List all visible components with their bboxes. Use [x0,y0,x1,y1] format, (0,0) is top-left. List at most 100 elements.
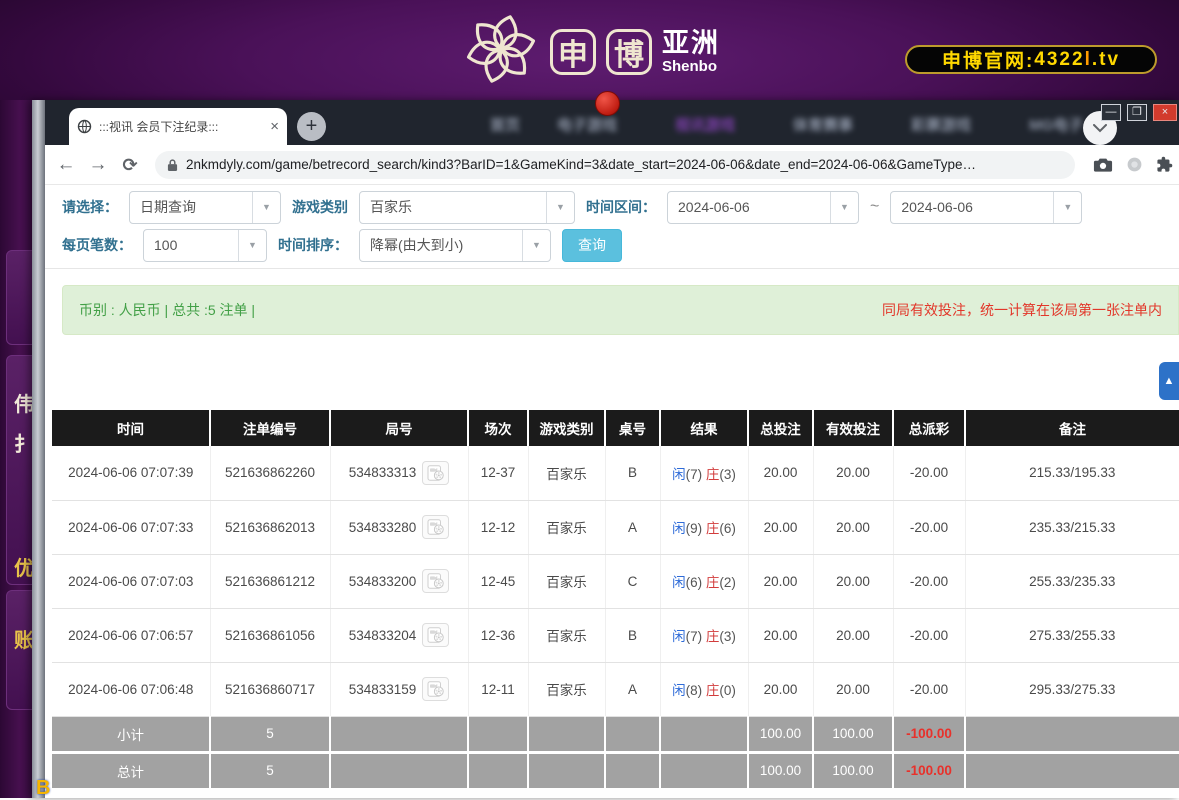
forward-button[interactable]: → [87,155,109,174]
plus-icon: + [306,115,318,138]
column-header: 场次 [468,410,528,446]
browser-tab[interactable]: :::视讯 会员下注纪录::: × [69,108,287,145]
video-replay-button[interactable] [422,623,449,647]
caret-down-icon: ▼ [546,192,574,223]
cell-remark: 255.33/235.33 [965,554,1179,608]
cell-table-number: B [605,608,660,662]
window-maximize-button[interactable]: ❐ [1127,104,1147,121]
extensions-puzzle-icon[interactable] [1156,156,1173,173]
cell-total-bet-link[interactable]: 20.00 [748,554,813,608]
extension-dim-icon[interactable] [1126,156,1143,173]
date-end-value: 2024-06-06 [891,199,1053,215]
cell-game-category: 百家乐 [528,662,605,716]
sort-order-select[interactable]: 降幂(由大到小) ▼ [359,229,551,262]
summary-total-bet: 100.00 [748,752,813,788]
page-content: 请选择： 日期查询 ▼ 游戏类别 百家乐 ▼ 时间区间： 2024-06-06 … [45,185,1179,798]
video-replay-button[interactable] [422,515,449,539]
table-row: 2024-06-06 07:06:57521636861056534833204… [52,608,1179,662]
cell-bet-number: 521636862260 [210,446,330,500]
summary-count: 5 [210,752,330,788]
url-bar[interactable]: 2nkmdyly.com/game/betrecord_search/kind3… [155,151,1075,179]
cell-game-category: 百家乐 [528,446,605,500]
window-minimize-button[interactable]: — [1101,104,1121,121]
result-player-value: (8) [686,683,703,698]
video-replay-button[interactable] [422,569,449,593]
cell-time: 2024-06-06 07:07:39 [52,446,210,500]
cell-total-bet-link[interactable]: 20.00 [748,446,813,500]
window-close-button[interactable]: × [1153,104,1177,121]
cell-bet-number: 521636861212 [210,554,330,608]
result-player-value: (9) [686,521,703,536]
notice-warning-text: 同局有效投注，统一计算在该局第一张注单内 [882,300,1162,320]
official-number: 4322 [1034,49,1084,71]
column-header: 结果 [660,410,748,446]
query-type-label: 请选择： [62,197,118,217]
table-row: 2024-06-06 07:07:33521636862013534833280… [52,500,1179,554]
cell-session: 12-12 [468,500,528,554]
summary-empty [605,716,660,752]
cell-total-bet-link[interactable]: 20.00 [748,662,813,716]
cell-valid-bet: 20.00 [813,500,893,554]
summary-valid-bet: 100.00 [813,752,893,788]
camera-capture-icon[interactable] [1093,156,1113,173]
tab-close-icon[interactable]: × [270,119,279,134]
column-header: 桌号 [605,410,660,446]
cell-round-number: 534833313 [330,446,468,500]
cell-total-bet-link[interactable]: 20.00 [748,500,813,554]
cell-total-bet-link[interactable]: 20.00 [748,608,813,662]
bet-record-table: 时间注单编号局号场次游戏类别桌号结果总投注有效投注总派彩备注 2024-06-0… [52,410,1179,788]
round-number: 534833200 [349,574,417,589]
cell-remark: 235.33/215.33 [965,500,1179,554]
video-replay-button[interactable] [422,461,449,485]
column-header: 备注 [965,410,1179,446]
cell-valid-bet: 20.00 [813,446,893,500]
notice-summary-text: 币别 : 人民币 | 总共 :5 注单 | [79,300,255,320]
cell-remark: 215.33/195.33 [965,446,1179,500]
summary-empty [660,716,748,752]
game-category-label: 游戏类别 [292,197,348,217]
scroll-top-button[interactable]: ▲ [1159,362,1179,400]
summary-label: 小计 [52,716,210,752]
date-end-select[interactable]: 2024-06-06 ▼ [890,191,1082,224]
cell-session: 12-36 [468,608,528,662]
round-number: 534833313 [349,465,417,480]
cell-valid-bet: 20.00 [813,608,893,662]
bg-menu-fragment: 扌 [14,428,34,457]
cell-round-number: 534833200 [330,554,468,608]
video-icon [427,465,445,481]
flower-icon [462,8,540,95]
caret-down-icon: ▼ [1053,192,1081,223]
reload-button[interactable]: ⟳ [119,156,141,174]
page-size-select[interactable]: 100 ▼ [143,229,267,262]
back-button[interactable]: ← [55,155,77,174]
table-row: 2024-06-06 07:06:48521636860717534833159… [52,662,1179,716]
result-player: 闲 [672,575,686,590]
site-header: 申 博 亚洲 Shenbo 申博官网: 4322 l .tv [0,0,1179,100]
cell-round-number: 534833280 [330,500,468,554]
tab-favicon-globe-icon [77,119,92,134]
game-category-select[interactable]: 百家乐 ▼ [359,191,575,224]
search-button[interactable]: 查询 [562,229,622,262]
cell-valid-bet: 20.00 [813,554,893,608]
date-range-label: 时间区间： [586,197,656,217]
bg-menu-fragment: 优 [14,552,34,581]
official-site-badge[interactable]: 申博官网: 4322 l .tv [905,45,1157,74]
cell-time: 2024-06-06 07:07:33 [52,500,210,554]
result-banker: 庄 [706,575,720,590]
new-tab-button[interactable]: + [297,112,326,141]
date-start-select[interactable]: 2024-06-06 ▼ [667,191,859,224]
brand-logo: 申 博 亚洲 Shenbo [462,8,720,95]
official-label: 申博官网: [942,46,1034,73]
result-banker: 庄 [706,629,720,644]
query-type-select[interactable]: 日期查询 ▼ [129,191,281,224]
cell-time: 2024-06-06 07:06:48 [52,662,210,716]
grand-total-row: 总计5100.00100.00-100.00 [52,752,1179,788]
summary-empty [605,752,660,788]
cell-result: 闲(8) 庄(0) [660,662,748,716]
cell-valid-bet: 20.00 [813,662,893,716]
round-number: 534833159 [349,682,417,697]
cell-payout: -20.00 [893,554,965,608]
video-replay-button[interactable] [422,677,449,701]
cell-table-number: A [605,662,660,716]
cell-game-category: 百家乐 [528,500,605,554]
